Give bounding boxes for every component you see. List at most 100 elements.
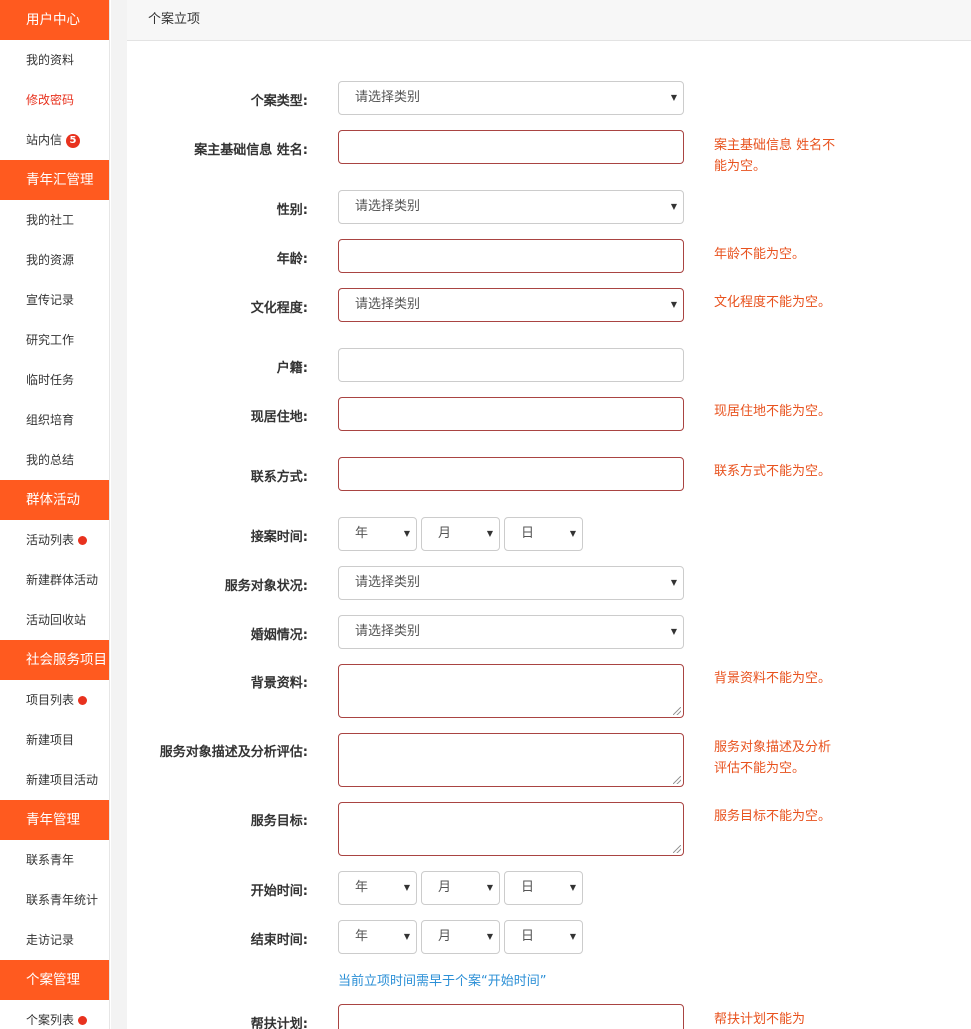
select-value: 请选择类别 — [355, 575, 421, 590]
contact-label: 联系方式: — [250, 470, 308, 485]
marital-select[interactable]: 请选择类别 ▼ — [338, 615, 684, 649]
case-type-select[interactable]: 请选择类别 ▼ — [338, 81, 684, 115]
name-input[interactable] — [338, 130, 684, 164]
sidebar-item-label: 我的资源 — [26, 253, 75, 267]
intake-day-select[interactable]: 日 ▼ — [504, 517, 583, 551]
end-day-select[interactable]: 日 ▼ — [504, 920, 583, 954]
sidebar-item-activity-list[interactable]: 活动列表 — [0, 520, 109, 560]
education-select[interactable]: 请选择类别 ▼ — [338, 288, 684, 322]
assessment-error: 服务对象描述及分析评估不能为空。 — [714, 740, 832, 776]
hukou-input[interactable] — [338, 348, 684, 382]
sidebar-item-research-work[interactable]: 研究工作 — [0, 320, 109, 360]
sidebar-item-new-project[interactable]: 新建项目 — [0, 720, 109, 760]
sidebar-item-label: 活动回收站 — [26, 613, 87, 627]
assessment-textarea[interactable] — [338, 733, 684, 787]
gender-select[interactable]: 请选择类别 ▼ — [338, 190, 684, 224]
sidebar-section-youth-hub[interactable]: 青年汇管理 — [0, 160, 109, 200]
age-input[interactable] — [338, 239, 684, 273]
caret-down-icon: ▼ — [670, 93, 677, 102]
select-value: 月 — [438, 526, 452, 541]
education-label: 文化程度: — [250, 301, 308, 316]
start-month-select[interactable]: 月 ▼ — [421, 871, 500, 905]
sidebar-item-my-profile[interactable]: 我的资料 — [0, 40, 109, 80]
sidebar-section-user-center[interactable]: 用户中心 — [0, 0, 109, 40]
goals-error: 服务目标不能为空。 — [714, 809, 832, 824]
sidebar: 用户中心 我的资料 修改密码 站内信 5 青年汇管理 我的社工 我的资源 宣传记录… — [0, 0, 110, 1029]
name-error: 案主基础信息 姓名不能为空。 — [714, 138, 836, 174]
end-year-select[interactable]: 年 ▼ — [338, 920, 417, 954]
caret-down-icon: ▼ — [569, 932, 576, 941]
start-day-select[interactable]: 日 ▼ — [504, 871, 583, 905]
sidebar-item-label: 宣传记录 — [26, 293, 75, 307]
sidebar-item-my-summary[interactable]: 我的总结 — [0, 440, 109, 480]
sidebar-item-messages[interactable]: 站内信 5 — [0, 120, 109, 160]
sidebar-section-social-service-projects[interactable]: 社会服务项目 — [0, 640, 109, 680]
sidebar-item-label: 站内信 — [26, 133, 63, 147]
caret-down-icon: ▼ — [569, 529, 576, 538]
age-label: 年龄: — [276, 252, 308, 267]
start-date-label: 开始时间: — [250, 884, 308, 899]
select-value: 请选择类别 — [355, 90, 421, 105]
resize-grip-icon[interactable] — [673, 845, 681, 853]
sidebar-item-activity-recycle-bin[interactable]: 活动回收站 — [0, 600, 109, 640]
select-value: 请选择类别 — [355, 199, 421, 214]
sidebar-item-label: 新建项目 — [26, 733, 75, 747]
sidebar-item-temp-tasks[interactable]: 临时任务 — [0, 360, 109, 400]
contact-error: 联系方式不能为空。 — [714, 464, 832, 479]
select-value: 日 — [521, 929, 535, 944]
sidebar-item-org-cultivation[interactable]: 组织培育 — [0, 400, 109, 440]
main-content: 个案立项 个案类型: 请选择类别 ▼ 案主基础信息 姓名: 案主基础信息 姓名不… — [127, 0, 971, 1029]
select-value: 日 — [521, 526, 535, 541]
client-status-select[interactable]: 请选择类别 ▼ — [338, 566, 684, 600]
sidebar-item-contact-youth-stats[interactable]: 联系青年统计 — [0, 880, 109, 920]
sidebar-item-new-group-activity[interactable]: 新建群体活动 — [0, 560, 109, 600]
assessment-label: 服务对象描述及分析评估: — [159, 745, 308, 760]
end-month-select[interactable]: 月 ▼ — [421, 920, 500, 954]
contact-input[interactable] — [338, 457, 684, 491]
select-value: 请选择类别 — [355, 297, 421, 312]
gender-label: 性别: — [276, 203, 308, 218]
goals-textarea[interactable] — [338, 802, 684, 856]
sidebar-item-my-resources[interactable]: 我的资源 — [0, 240, 109, 280]
sidebar-item-label: 我的社工 — [26, 213, 75, 227]
sidebar-item-new-project-activity[interactable]: 新建项目活动 — [0, 760, 109, 800]
sidebar-item-case-list[interactable]: 个案列表 — [0, 1000, 109, 1029]
caret-down-icon: ▼ — [670, 627, 677, 636]
background-textarea[interactable] — [338, 664, 684, 718]
sidebar-item-change-password[interactable]: 修改密码 — [0, 80, 109, 120]
residence-input[interactable] — [338, 397, 684, 431]
caret-down-icon: ▼ — [670, 202, 677, 211]
select-value: 月 — [438, 880, 452, 895]
sidebar-gutter — [111, 0, 127, 1029]
intake-date-label: 接案时间: — [250, 530, 308, 545]
sidebar-item-my-social-workers[interactable]: 我的社工 — [0, 200, 109, 240]
intake-year-select[interactable]: 年 ▼ — [338, 517, 417, 551]
sidebar-item-project-list[interactable]: 项目列表 — [0, 680, 109, 720]
resize-grip-icon[interactable] — [673, 707, 681, 715]
hukou-label: 户籍: — [276, 361, 308, 376]
sidebar-item-label: 项目列表 — [26, 693, 75, 707]
sidebar-item-visit-records[interactable]: 走访记录 — [0, 920, 109, 960]
sidebar-item-label: 新建项目活动 — [26, 773, 99, 787]
resize-grip-icon[interactable] — [673, 776, 681, 784]
sidebar-item-label: 联系青年统计 — [26, 893, 99, 907]
caret-down-icon: ▼ — [486, 932, 493, 941]
sidebar-section-group-activities[interactable]: 群体活动 — [0, 480, 109, 520]
sidebar-item-publicity-records[interactable]: 宣传记录 — [0, 280, 109, 320]
caret-down-icon: ▼ — [569, 883, 576, 892]
plan-textarea[interactable] — [338, 1004, 684, 1029]
caret-down-icon: ▼ — [486, 883, 493, 892]
date-hint: 当前立项时间需早于个案“开始时间” — [338, 974, 547, 989]
name-label: 案主基础信息 姓名: — [194, 143, 308, 158]
sidebar-item-label: 组织培育 — [26, 413, 75, 427]
sidebar-item-contact-youth[interactable]: 联系青年 — [0, 840, 109, 880]
sidebar-section-youth-management[interactable]: 青年管理 — [0, 800, 109, 840]
sidebar-item-label: 研究工作 — [26, 333, 75, 347]
intake-month-select[interactable]: 月 ▼ — [421, 517, 500, 551]
start-year-select[interactable]: 年 ▼ — [338, 871, 417, 905]
background-label: 背景资料: — [250, 676, 308, 691]
sidebar-section-case-management[interactable]: 个案管理 — [0, 960, 109, 1000]
sidebar-item-label: 临时任务 — [26, 373, 75, 387]
case-type-label: 个案类型: — [250, 94, 308, 109]
education-error: 文化程度不能为空。 — [714, 295, 832, 310]
